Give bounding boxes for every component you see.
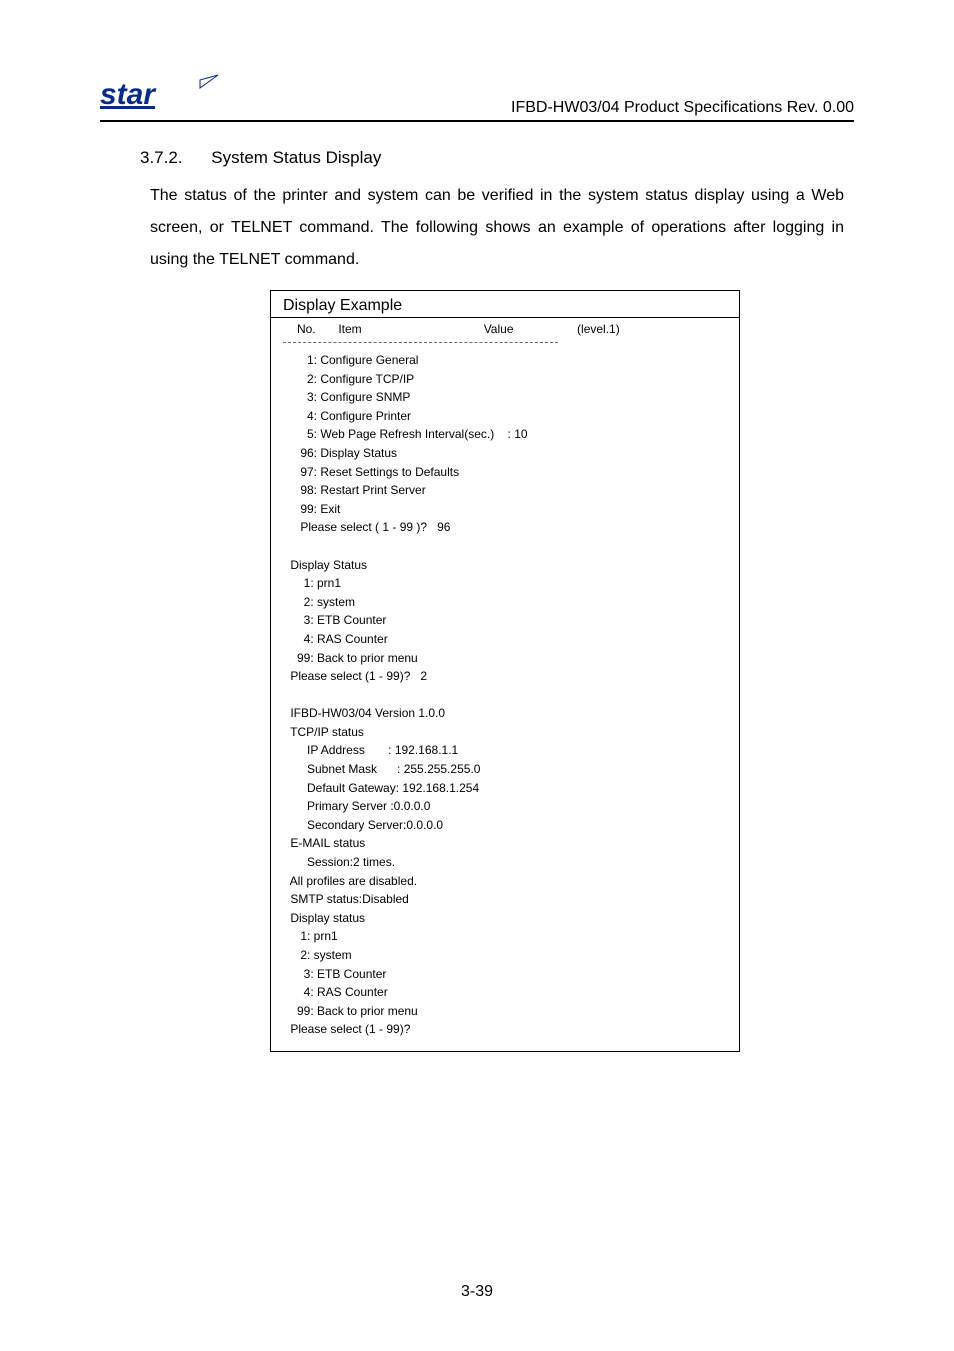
page-header: star IFBD-HW03/04 Product Specifications… bbox=[100, 70, 854, 122]
example-column-headers: No. Item Value (level.1) bbox=[297, 322, 727, 336]
logo: star bbox=[100, 70, 220, 117]
doc-title: IFBD-HW03/04 Product Specifications Rev.… bbox=[511, 99, 854, 117]
section-number: 3.7.2. bbox=[140, 148, 183, 168]
example-title: Display Example bbox=[271, 297, 739, 318]
terminal-output: 1: Configure General 2: Configure TCP/IP… bbox=[287, 351, 727, 1039]
body-paragraph: The status of the printer and system can… bbox=[150, 180, 844, 276]
dashed-divider bbox=[283, 342, 558, 343]
col-level: (level.1) bbox=[577, 322, 620, 336]
svg-text:star: star bbox=[100, 78, 157, 111]
col-value: Value bbox=[484, 322, 574, 336]
col-item: Item bbox=[338, 322, 480, 336]
section-title: System Status Display bbox=[211, 148, 381, 167]
page-footer: 3-39 bbox=[0, 1283, 954, 1301]
display-example-box: Display Example No. Item Value (level.1)… bbox=[270, 290, 740, 1052]
section-heading: 3.7.2. System Status Display bbox=[140, 148, 854, 168]
col-no: No. bbox=[297, 322, 335, 336]
star-logo-icon: star bbox=[100, 70, 220, 112]
